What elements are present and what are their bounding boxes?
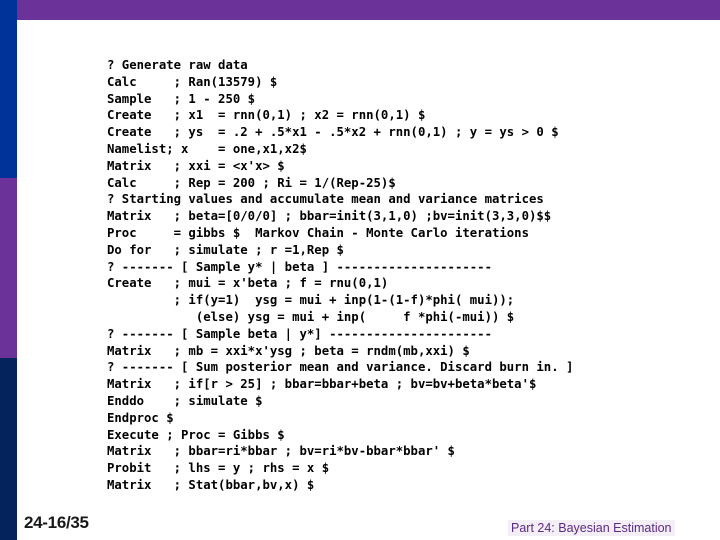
code-line: ? ------- [ Sum posterior mean and varia… <box>107 360 574 375</box>
top-banner-bar <box>17 0 720 20</box>
code-line: ? ------- [ Sample y* | beta ] ---------… <box>107 259 492 274</box>
code-line: Matrix ; if[r > 25] ; bbar=bbar+beta ; b… <box>107 377 537 392</box>
code-line: Matrix ; xxi = <x'x> $ <box>107 158 285 173</box>
code-line: Execute ; Proc = Gibbs $ <box>107 427 285 442</box>
slide-canvas: ? Generate raw data Calc ; Ran(13579) $ Sa… <box>0 0 720 540</box>
code-line: ? Generate raw data <box>107 58 248 72</box>
code-line: Create ; ys = .2 + .5*x1 - .5*x2 + rnn(0… <box>107 125 559 140</box>
code-line: Create ; x1 = rnn(0,1) ; x2 = rnn(0,1) $ <box>107 108 426 123</box>
rail-segment-bottom <box>0 358 17 540</box>
code-line: ; if(y=1) ysg = mui + inp(1-(1-f)*phi( m… <box>107 293 515 308</box>
code-line: Do for ; simulate ; r =1,Rep $ <box>107 242 344 257</box>
code-line: Calc ; Rep = 200 ; Ri = 1/(Rep-25)$ <box>107 175 396 190</box>
rail-segment-middle <box>0 178 17 358</box>
code-line: Namelist; x = one,x1,x2$ <box>107 141 307 156</box>
code-line: Matrix ; beta=[0/0/0] ; bbar=init(3,1,0)… <box>107 209 552 224</box>
code-line: Sample ; 1 - 250 $ <box>107 91 256 106</box>
code-line: Probit ; lhs = y ; rhs = x $ <box>107 461 330 476</box>
code-line: Matrix ; bbar=ri*bbar ; bv=ri*bv-bbar*bb… <box>107 444 455 459</box>
code-line: Endproc $ <box>107 410 174 425</box>
page-number: 24-16/35 <box>24 513 89 532</box>
code-line: (else) ysg = mui + inp( f *phi(-mui)) $ <box>107 309 515 324</box>
code-line: Proc = gibbs $ Markov Chain - Monte Carl… <box>107 225 529 240</box>
code-line: Calc ; Ran(13579) $ <box>107 74 278 89</box>
code-line: Matrix ; mb = xxi*x'ysg ; beta = rndm(mb… <box>107 343 470 358</box>
code-line: Create ; mui = x'beta ; f = rnu(0,1) <box>107 276 389 291</box>
footer-title: Part 24: Bayesian Estimation <box>508 520 675 536</box>
rail-segment-top <box>0 0 17 178</box>
code-line: ? ------- [ Sample beta | y*] ----------… <box>107 326 492 341</box>
code-line: ? Starting values and accumulate mean an… <box>107 192 544 207</box>
left-decorative-rail <box>0 0 17 540</box>
code-line: Enddo ; simulate $ <box>107 393 263 408</box>
code-listing: ? Generate raw data Calc ; Ran(13579) $ Sa… <box>107 57 707 494</box>
code-line: Matrix ; Stat(bbar,bv,x) $ <box>107 477 315 492</box>
